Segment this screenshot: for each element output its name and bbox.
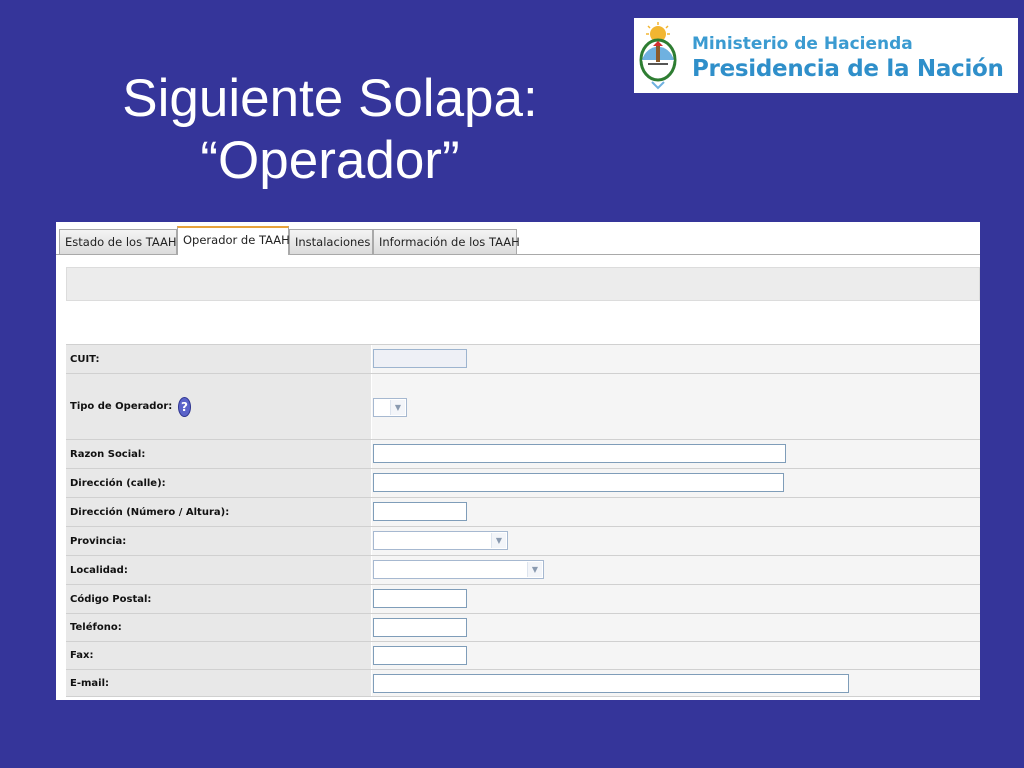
logo-presidency-name: Presidencia de la Nación [692,56,1004,82]
localidad-label: Localidad: [66,556,371,584]
razon-social-value-cell [372,440,980,468]
email-label: E-mail: [66,670,371,696]
chevron-down-icon: ▼ [491,533,506,548]
form-row-razon-social: Razon Social: [66,439,980,468]
localidad-value-cell: ▼ [372,556,980,584]
tab-estado-taah[interactable]: Estado de los TAAH [59,229,177,254]
tipo-operador-select[interactable]: ▼ [373,398,407,417]
slide-title-line1: Siguiente Solapa: [122,69,538,128]
form-row-cuit: CUIT: [66,344,980,373]
form-row-email: E-mail: [66,669,980,697]
provincia-value-cell: ▼ [372,527,980,555]
direccion-numero-label: Dirección (Número / Altura): [66,498,371,526]
slide-title-line2: “Operador” [200,131,460,190]
telefono-label: Teléfono: [66,614,371,641]
panel-header [66,267,980,301]
tab-instalaciones[interactable]: Instalaciones [289,229,373,254]
form-row-tipo-operador: Tipo de Operador: ? ▼ [66,373,980,439]
form-row-direccion-numero: Dirección (Número / Altura): [66,497,980,526]
fax-label: Fax: [66,642,371,669]
direccion-calle-value-cell [372,469,980,497]
form-row-provincia: Provincia: ▼ [66,526,980,555]
fax-label-text: Fax: [70,650,94,661]
form-row-codigo-postal: Código Postal: [66,584,980,613]
tipo-operador-value-cell: ▼ [372,374,980,439]
email-input[interactable] [373,674,849,693]
slide-title: Siguiente Solapa: “Operador” [60,68,600,192]
provincia-label: Provincia: [66,527,371,555]
form-row-direccion-calle: Dirección (calle): [66,468,980,497]
help-icon[interactable]: ? [178,396,192,417]
fax-input[interactable] [373,646,467,665]
tab-bar: Estado de los TAAH Operador de TAAH Inst… [56,222,980,255]
form-row-fax: Fax: [66,641,980,669]
direccion-calle-label: Dirección (calle): [66,469,371,497]
direccion-numero-label-text: Dirección (Número / Altura): [70,506,230,518]
form-row-telefono: Teléfono: [66,613,980,641]
localidad-label-text: Localidad: [70,564,128,576]
direccion-calle-label-text: Dirección (calle): [70,477,166,489]
codigo-postal-input[interactable] [373,589,467,608]
logo-ministry-name: Ministerio de Hacienda [692,34,913,54]
national-seal-icon [639,22,677,90]
razon-social-input[interactable] [373,444,786,463]
cuit-label-text: CUIT: [70,353,100,365]
telefono-label-text: Teléfono: [70,622,122,633]
ministry-logo: Ministerio de Hacienda Presidencia de la… [634,18,1018,93]
direccion-numero-value-cell [372,498,980,526]
form-row-localidad: Localidad: ▼ [66,555,980,584]
provincia-select[interactable]: ▼ [373,531,508,550]
tab-operador-taah[interactable]: Operador de TAAH [177,226,290,255]
telefono-input[interactable] [373,618,467,637]
razon-social-label-text: Razon Social: [70,448,146,460]
fax-value-cell [372,642,980,669]
email-value-cell [372,670,980,696]
tipo-operador-label: Tipo de Operador: ? [66,374,371,439]
direccion-numero-input[interactable] [373,502,467,521]
codigo-postal-label: Código Postal: [66,585,371,613]
app-window: Estado de los TAAH Operador de TAAH Inst… [56,222,980,700]
cuit-value-cell [372,345,980,373]
chevron-down-icon: ▼ [390,400,405,415]
tipo-operador-label-text: Tipo de Operador: [70,401,173,412]
email-label-text: E-mail: [70,677,110,689]
chevron-down-icon: ▼ [527,562,542,577]
provincia-label-text: Provincia: [70,535,127,547]
direccion-calle-input[interactable] [373,473,784,492]
svg-text:?: ? [181,400,188,414]
tab-informacion-taah[interactable]: Información de los TAAH [373,229,520,254]
telefono-value-cell [372,614,980,641]
razon-social-label: Razon Social: [66,440,371,468]
cuit-label: CUIT: [66,345,371,373]
codigo-postal-label-text: Código Postal: [70,593,152,605]
cuit-input[interactable] [373,349,467,368]
localidad-select[interactable]: ▼ [373,560,544,579]
codigo-postal-value-cell [372,585,980,613]
